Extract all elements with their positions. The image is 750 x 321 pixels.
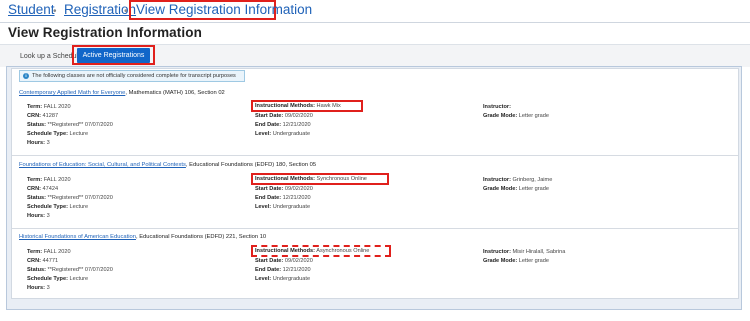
status-field: Status: **Registered** 07/07/2020 xyxy=(27,195,113,201)
instructional-methods-field: Instructional Methods: Synchronous Onlin… xyxy=(255,176,367,182)
notice-text: The following classes are not officially… xyxy=(32,73,236,79)
grade-mode-field: Grade Mode: Letter grade xyxy=(483,113,549,119)
end-date-field: End Date: 12/21/2020 xyxy=(255,122,311,128)
info-icon: i xyxy=(23,73,29,79)
level-field: Level: Undergraduate xyxy=(255,204,311,210)
term-field: Term: FALL 2020 xyxy=(27,249,71,255)
breadcrumb-separator: • xyxy=(124,6,128,17)
status-field: Status: **Registered** 07/07/2020 xyxy=(27,122,113,128)
header-divider xyxy=(0,22,750,23)
term-field: Term: FALL 2020 xyxy=(27,104,71,110)
course-header: Foundations of Education: Social, Cultur… xyxy=(19,162,316,168)
course-title-link[interactable]: Historical Foundations of American Educa… xyxy=(19,234,136,240)
course-subtitle: , Educational Foundations (EDFD) 221, Se… xyxy=(135,234,267,240)
schedule-type-field: Schedule Type: Lecture xyxy=(27,204,89,210)
course-header: Contemporary Applied Math for Everyone, … xyxy=(19,90,225,96)
course-separator xyxy=(12,228,738,229)
hours-field: Hours: 3 xyxy=(27,285,50,291)
hours-field: Hours: 3 xyxy=(27,213,50,219)
instructor-field: Instructor: xyxy=(483,104,511,110)
level-field: Level: Undergraduate xyxy=(255,276,311,282)
schedule-type-field: Schedule Type: Lecture xyxy=(27,276,89,282)
end-date-field: End Date: 12/21/2020 xyxy=(255,267,311,273)
schedule-type-field: Schedule Type: Lecture xyxy=(27,131,89,137)
breadcrumb-current: View Registration Information xyxy=(136,2,313,17)
grade-mode-field: Grade Mode: Letter grade xyxy=(483,258,549,264)
instructor-field: Instructor: Misir Hiralall, Sabrina xyxy=(483,249,566,255)
hours-field: Hours: 3 xyxy=(27,140,50,146)
instructor-field: Instructor: Grinberg, Jaime xyxy=(483,177,553,183)
tab-active-registrations[interactable]: Active Registrations xyxy=(77,48,150,63)
transcript-notice: i The following classes are not official… xyxy=(19,70,245,82)
status-field: Status: **Registered** 07/07/2020 xyxy=(27,267,113,273)
end-date-field: End Date: 12/21/2020 xyxy=(255,195,311,201)
instructional-methods-field: Instructional Methods: Hawk Mix xyxy=(255,103,341,109)
course-title-link[interactable]: Contemporary Applied Math for Everyone xyxy=(19,90,125,96)
breadcrumb-student[interactable]: Student xyxy=(8,2,55,17)
crn-field: CRN: 44771 xyxy=(27,258,59,264)
course-title-link[interactable]: Foundations of Education: Social, Cultur… xyxy=(19,162,186,168)
course-subtitle: , Educational Foundations (EDFD) 180, Se… xyxy=(185,162,317,168)
crn-field: CRN: 41287 xyxy=(27,113,59,119)
start-date-field: Start Date: 09/02/2020 xyxy=(255,258,313,264)
course-header: Historical Foundations of American Educa… xyxy=(19,234,266,240)
level-field: Level: Undergraduate xyxy=(255,131,311,137)
crn-field: CRN: 47424 xyxy=(27,186,59,192)
instructional-methods-field: Instructional Methods: Asynchronous Onli… xyxy=(255,248,370,254)
course-separator xyxy=(12,155,738,156)
start-date-field: Start Date: 09/02/2020 xyxy=(255,113,313,119)
page-title: View Registration Information xyxy=(8,25,202,40)
course-subtitle: , Mathematics (MATH) 106, Section 02 xyxy=(125,90,225,96)
breadcrumb-separator: • xyxy=(53,6,57,17)
start-date-field: Start Date: 09/02/2020 xyxy=(255,186,313,192)
grade-mode-field: Grade Mode: Letter grade xyxy=(483,186,549,192)
term-field: Term: FALL 2020 xyxy=(27,177,71,183)
